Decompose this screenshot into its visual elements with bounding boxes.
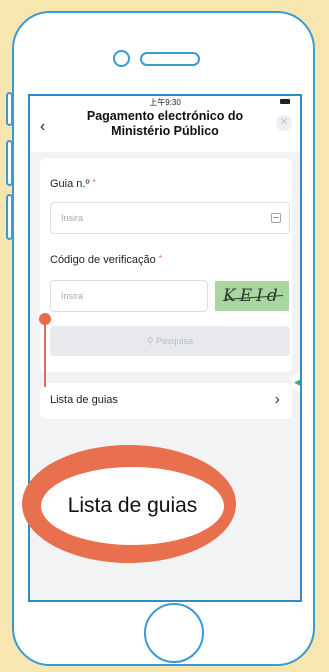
guia-label: Guia n.º *	[50, 178, 96, 190]
earpiece-icon	[140, 52, 200, 66]
code-input-placeholder: Insira	[61, 291, 84, 301]
home-button[interactable]	[144, 603, 204, 663]
status-time: 上午9:30	[149, 98, 181, 107]
side-pull-tab[interactable]: ◀	[291, 373, 300, 391]
search-form-card: Guia n.º * Insira Código de verificação …	[40, 158, 292, 372]
scan-icon[interactable]	[271, 213, 281, 223]
verification-code-input[interactable]: Insira	[50, 280, 208, 312]
battery-icon	[280, 99, 290, 104]
status-bar: 上午9:30	[30, 96, 300, 108]
required-mark: *	[92, 178, 96, 187]
code-label-text: Código de verificação	[50, 254, 156, 266]
chevron-right-icon: ›	[274, 391, 280, 408]
callout-inner: Lista de guias	[41, 467, 224, 545]
page-header: ‹ Pagamento electrónico do Ministério Pú…	[30, 108, 300, 152]
guia-label-text: Guia n.º	[50, 178, 90, 190]
search-button-label: Pesquisa	[156, 336, 194, 346]
page-title: Pagamento electrónico do Ministério Públ…	[86, 109, 244, 138]
required-mark: *	[158, 254, 162, 263]
phone-side-button-low	[6, 194, 13, 240]
guia-input[interactable]: Insira	[50, 202, 290, 234]
guia-input-placeholder: Insira	[61, 213, 84, 223]
code-label: Código de verificação *	[50, 254, 162, 266]
callout-text: Lista de guias	[67, 494, 198, 517]
phone-side-button-mid	[6, 140, 13, 186]
callout-pointer-line	[44, 319, 46, 387]
phone-side-button-top	[6, 92, 13, 126]
captcha-image[interactable]: KEId	[215, 281, 289, 311]
close-icon[interactable]: ✕	[276, 115, 292, 131]
search-icon: ⚲	[146, 336, 154, 346]
back-arrow-icon[interactable]: ‹	[40, 118, 45, 136]
camera-icon	[113, 50, 130, 67]
search-button[interactable]: ⚲ Pesquisa	[50, 326, 290, 356]
guide-list-label: Lista de guias	[50, 394, 118, 406]
guide-list-item[interactable]: Lista de guias ›	[40, 383, 292, 419]
